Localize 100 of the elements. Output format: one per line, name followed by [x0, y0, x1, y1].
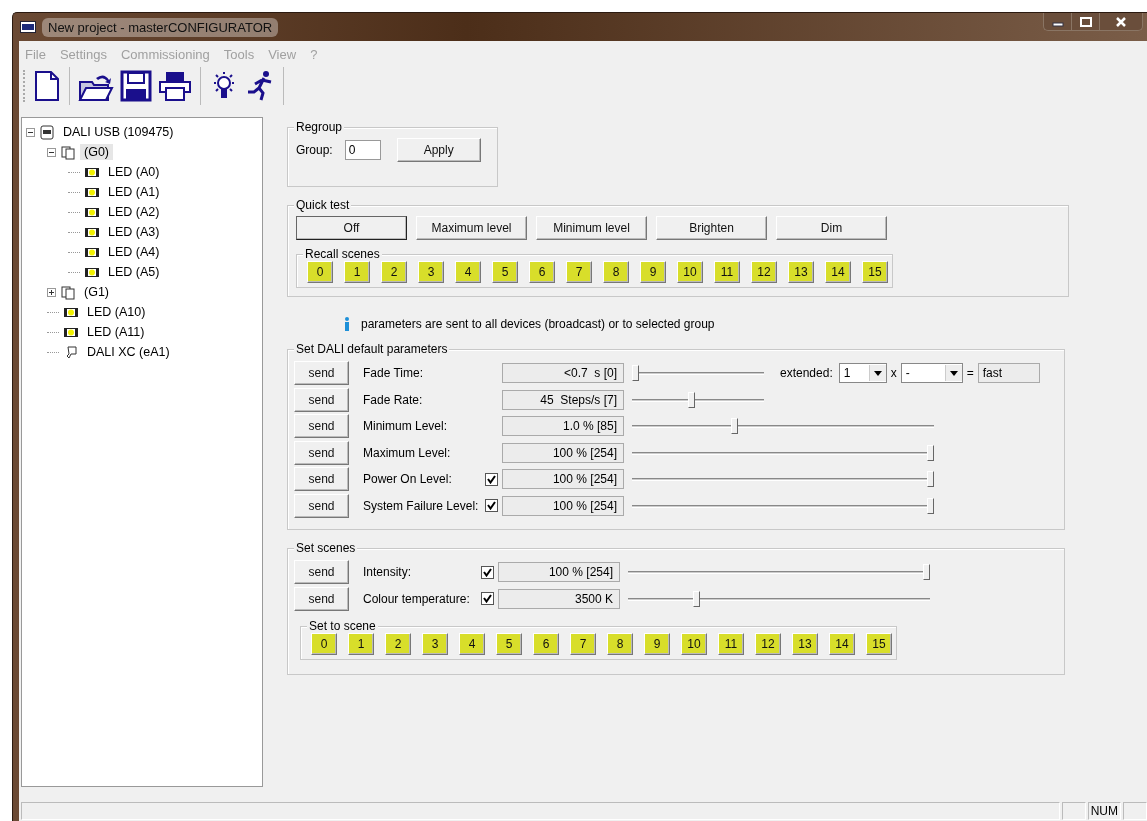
- scene-button[interactable]: 0: [307, 261, 333, 283]
- tree-item[interactable]: (G1): [80, 284, 113, 300]
- value-display: 100 % [254]: [502, 442, 624, 463]
- result-display: fast: [977, 363, 1040, 384]
- dropdown[interactable]: 1: [838, 363, 887, 384]
- send-button[interactable]: send: [294, 361, 349, 386]
- scene-button[interactable]: 8: [603, 261, 629, 283]
- scene-button[interactable]: 15: [866, 633, 892, 655]
- tree-item[interactable]: LED (A11): [83, 324, 149, 340]
- slider-thumb[interactable]: [688, 391, 696, 408]
- maximize-button[interactable]: [1071, 13, 1099, 31]
- group-input[interactable]: 0: [344, 140, 381, 160]
- minus-icon: [26, 127, 35, 137]
- group-icon: [60, 284, 76, 300]
- print-button[interactable]: [158, 70, 192, 102]
- scene-button[interactable]: 12: [751, 261, 777, 283]
- scene-button[interactable]: 2: [385, 633, 411, 655]
- group-title: Set to scene: [307, 619, 378, 633]
- quick-test-button[interactable]: Minimum level: [536, 216, 647, 240]
- collapse-toggle[interactable]: [26, 127, 35, 137]
- send-button[interactable]: send: [294, 467, 349, 492]
- scene-button[interactable]: 3: [422, 633, 448, 655]
- checkbox[interactable]: [481, 565, 494, 579]
- scene-button[interactable]: 5: [492, 261, 518, 283]
- send-button[interactable]: send: [294, 387, 349, 412]
- send-button[interactable]: send: [294, 440, 349, 465]
- scene-button[interactable]: 11: [718, 633, 744, 655]
- slider-thumb[interactable]: [730, 418, 738, 435]
- quick-test-button[interactable]: Off: [296, 216, 407, 240]
- scene-button[interactable]: 8: [607, 633, 633, 655]
- parameter-label: Intensity:: [363, 565, 413, 580]
- collapse-toggle[interactable]: [47, 147, 56, 157]
- scene-button[interactable]: 3: [418, 261, 444, 283]
- scene-button[interactable]: 7: [570, 633, 596, 655]
- quick-test-button[interactable]: Maximum level: [416, 216, 527, 240]
- maximize-icon: [1079, 16, 1092, 27]
- scene-button[interactable]: 6: [529, 261, 555, 283]
- scene-button[interactable]: 6: [533, 633, 559, 655]
- dropdown-value: 1: [842, 366, 852, 381]
- parameter-label: Fade Rate:: [363, 392, 424, 407]
- dropdown[interactable]: -: [900, 363, 963, 384]
- scene-button[interactable]: 11: [714, 261, 740, 283]
- slider-thumb[interactable]: [927, 471, 934, 488]
- scene-button[interactable]: 14: [825, 261, 851, 283]
- tree-item[interactable]: LED (A3): [104, 224, 164, 240]
- info-text: parameters are sent to all devices (broadcast) or to selected group: [361, 317, 715, 331]
- scene-button[interactable]: 1: [344, 261, 370, 283]
- slider-thumb[interactable]: [927, 497, 934, 514]
- scene-button[interactable]: 9: [644, 633, 670, 655]
- scene-button[interactable]: 2: [381, 261, 407, 283]
- minimize-button[interactable]: [1043, 13, 1071, 31]
- send-button[interactable]: send: [294, 586, 349, 611]
- expand-toggle[interactable]: [47, 287, 56, 297]
- tree-item[interactable]: DALI USB (109475): [59, 124, 178, 140]
- tree-item[interactable]: LED (A10): [83, 304, 150, 320]
- scene-button[interactable]: 15: [862, 261, 888, 283]
- tree-item[interactable]: LED (A0): [104, 164, 164, 180]
- scene-button[interactable]: 5: [496, 633, 522, 655]
- slider-thumb[interactable]: [927, 444, 934, 461]
- checkbox[interactable]: [485, 499, 498, 513]
- scene-button[interactable]: 1: [348, 633, 374, 655]
- scene-button[interactable]: 13: [792, 633, 818, 655]
- document-icon: [33, 70, 61, 102]
- tree-item[interactable]: DALI XC (eA1): [83, 344, 174, 360]
- tree-item[interactable]: LED (A5): [104, 264, 164, 280]
- tree-item[interactable]: LED (A1): [104, 184, 164, 200]
- scene-button[interactable]: 9: [640, 261, 666, 283]
- scene-button[interactable]: 12: [755, 633, 781, 655]
- quick-test-button[interactable]: Brighten: [656, 216, 767, 240]
- close-button[interactable]: [1099, 13, 1143, 31]
- slider-thumb[interactable]: [692, 590, 700, 607]
- checkbox[interactable]: [481, 592, 494, 606]
- plus-icon: [47, 287, 56, 297]
- scene-button[interactable]: 4: [455, 261, 481, 283]
- checkbox[interactable]: [485, 472, 498, 486]
- minus-icon: [47, 147, 56, 157]
- operator-label: =: [966, 366, 974, 381]
- save-button[interactable]: [120, 70, 152, 102]
- tree-item[interactable]: LED (A4): [104, 244, 164, 260]
- parameter-label: Power On Level:: [363, 472, 453, 487]
- new-button[interactable]: [33, 70, 61, 102]
- send-button[interactable]: send: [294, 414, 349, 439]
- send-button[interactable]: send: [294, 493, 349, 518]
- scene-button[interactable]: 10: [677, 261, 703, 283]
- scene-button[interactable]: 10: [681, 633, 707, 655]
- value-display: 3500 K: [498, 588, 620, 609]
- quick-test-button[interactable]: Dim: [776, 216, 887, 240]
- send-button[interactable]: send: [294, 560, 349, 585]
- dropdown-value: -: [904, 366, 911, 381]
- scene-button[interactable]: 13: [788, 261, 814, 283]
- apply-button[interactable]: Apply: [396, 138, 481, 162]
- window-title: New project - masterCONFIGURATOR: [42, 17, 279, 37]
- scene-button[interactable]: 0: [311, 633, 337, 655]
- tree-item[interactable]: (G0): [80, 144, 113, 160]
- scene-button[interactable]: 4: [459, 633, 485, 655]
- slider-thumb[interactable]: [632, 365, 639, 382]
- scene-button[interactable]: 7: [566, 261, 592, 283]
- tree-item[interactable]: LED (A2): [104, 204, 164, 220]
- slider-thumb[interactable]: [923, 564, 930, 581]
- scene-button[interactable]: 14: [829, 633, 855, 655]
